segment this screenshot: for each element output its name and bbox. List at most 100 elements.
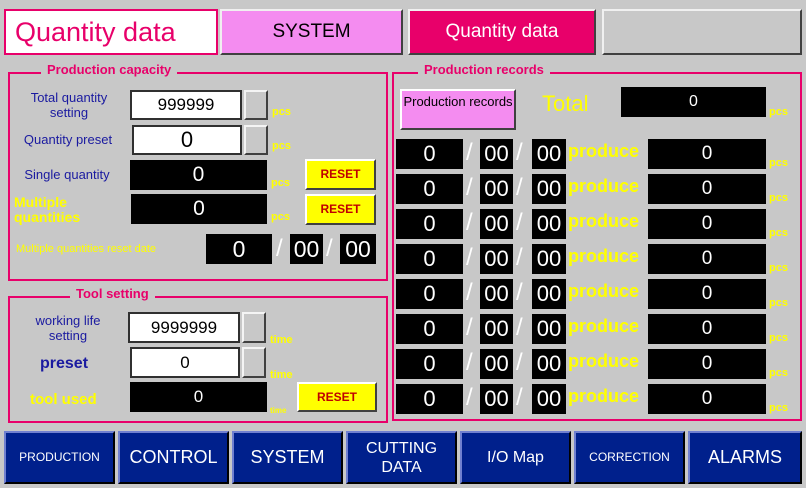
record-produce-label: produce bbox=[568, 141, 640, 161]
record-date-separator: / bbox=[466, 279, 473, 306]
record-date-separator: / bbox=[516, 139, 523, 166]
multiple-quantities-unit: pcs bbox=[271, 211, 290, 223]
record-date-separator: / bbox=[516, 314, 523, 341]
record-quantity-display: 0 bbox=[648, 244, 766, 274]
record-quantity-unit: pcs bbox=[769, 402, 788, 414]
nav-alarms-button[interactable]: ALARMS bbox=[688, 431, 802, 484]
working-life-spin-button[interactable] bbox=[242, 312, 266, 343]
tool-setting-legend: Tool setting bbox=[70, 286, 155, 301]
total-quantity-setting-input[interactable]: 999999 bbox=[130, 90, 242, 120]
tool-used-display: 0 bbox=[130, 382, 267, 412]
total-quantity-spin-button[interactable] bbox=[244, 90, 268, 120]
quantity-data-tab-button[interactable]: Quantity data bbox=[408, 9, 596, 55]
record-date-field-1: 0 bbox=[396, 384, 463, 414]
record-date-field-2: 00 bbox=[480, 209, 513, 239]
record-date-separator: / bbox=[466, 209, 473, 236]
record-quantity-unit: pcs bbox=[769, 332, 788, 344]
record-quantity-display: 0 bbox=[648, 314, 766, 344]
record-date-field-3: 00 bbox=[532, 279, 566, 309]
record-date-separator: / bbox=[466, 244, 473, 271]
production-records-legend: Production records bbox=[418, 62, 550, 77]
record-date-field-3: 00 bbox=[532, 209, 566, 239]
records-total-display: 0 bbox=[621, 87, 766, 117]
record-quantity-unit: pcs bbox=[769, 192, 788, 204]
record-quantity-display: 0 bbox=[648, 209, 766, 239]
page-title: Quantity data bbox=[4, 9, 218, 55]
record-date-field-1: 0 bbox=[396, 209, 463, 239]
reset-date-separator: / bbox=[276, 235, 283, 262]
production-records-button[interactable]: Production records bbox=[400, 89, 516, 130]
working-life-unit: time bbox=[270, 334, 293, 346]
system-tab-button[interactable]: SYSTEM bbox=[220, 9, 403, 55]
quantity-preset-input[interactable]: 0 bbox=[132, 125, 242, 155]
tool-used-label: tool used bbox=[30, 391, 97, 408]
record-date-field-3: 00 bbox=[532, 139, 566, 169]
single-quantity-reset-button[interactable]: RESET bbox=[305, 159, 376, 190]
record-produce-label: produce bbox=[568, 211, 640, 231]
blank-header-button[interactable] bbox=[602, 9, 802, 55]
record-date-field-3: 00 bbox=[532, 174, 566, 204]
nav-system-button[interactable]: SYSTEM bbox=[232, 431, 343, 484]
record-date-separator: / bbox=[516, 209, 523, 236]
record-quantity-display: 0 bbox=[648, 139, 766, 169]
record-date-separator: / bbox=[466, 349, 473, 376]
multiple-quantities-display: 0 bbox=[131, 194, 267, 224]
nav-io-map-button[interactable]: I/O Map bbox=[460, 431, 571, 484]
record-quantity-unit: pcs bbox=[769, 297, 788, 309]
records-total-label: Total bbox=[542, 91, 589, 116]
total-quantity-unit: pcs bbox=[272, 106, 291, 118]
record-date-field-3: 00 bbox=[532, 314, 566, 344]
working-life-setting-label: working life setting bbox=[35, 313, 101, 343]
record-quantity-unit: pcs bbox=[769, 367, 788, 379]
nav-control-button[interactable]: CONTROL bbox=[118, 431, 229, 484]
record-date-separator: / bbox=[516, 349, 523, 376]
tool-used-reset-button[interactable]: RESET bbox=[297, 382, 377, 412]
record-produce-label: produce bbox=[568, 176, 640, 196]
record-quantity-unit: pcs bbox=[769, 262, 788, 274]
record-quantity-unit: pcs bbox=[769, 157, 788, 169]
record-date-field-2: 00 bbox=[480, 384, 513, 414]
record-produce-label: produce bbox=[568, 281, 640, 301]
record-date-separator: / bbox=[466, 139, 473, 166]
record-date-field-1: 0 bbox=[396, 244, 463, 274]
record-date-field-2: 00 bbox=[480, 244, 513, 274]
total-quantity-setting-label: Total quantity setting bbox=[30, 90, 108, 120]
quantity-preset-label: Quantity preset bbox=[23, 132, 113, 147]
record-produce-label: produce bbox=[568, 386, 640, 406]
record-quantity-display: 0 bbox=[648, 174, 766, 204]
record-date-separator: / bbox=[516, 384, 523, 411]
record-date-field-3: 00 bbox=[532, 384, 566, 414]
record-date-field-1: 0 bbox=[396, 314, 463, 344]
record-produce-label: produce bbox=[568, 246, 640, 266]
reset-date-field-1: 0 bbox=[206, 234, 272, 264]
record-date-field-3: 00 bbox=[532, 244, 566, 274]
tool-preset-input[interactable]: 0 bbox=[130, 347, 240, 378]
record-date-field-2: 00 bbox=[480, 174, 513, 204]
quantity-preset-spin-button[interactable] bbox=[244, 125, 268, 155]
nav-correction-button[interactable]: CORRECTION bbox=[574, 431, 685, 484]
record-date-field-1: 0 bbox=[396, 279, 463, 309]
record-date-separator: / bbox=[466, 384, 473, 411]
record-quantity-display: 0 bbox=[648, 349, 766, 379]
record-date-separator: / bbox=[466, 174, 473, 201]
record-produce-label: produce bbox=[568, 316, 640, 336]
record-date-separator: / bbox=[516, 174, 523, 201]
record-quantity-unit: pcs bbox=[769, 227, 788, 239]
reset-date-field-2: 00 bbox=[290, 234, 323, 264]
nav-cutting-data-button[interactable]: CUTTING DATA bbox=[346, 431, 457, 484]
production-capacity-legend: Production capacity bbox=[41, 62, 178, 77]
working-life-setting-input[interactable]: 9999999 bbox=[128, 312, 240, 343]
record-date-separator: / bbox=[466, 314, 473, 341]
record-date-field-2: 00 bbox=[480, 314, 513, 344]
multiple-quantities-reset-button[interactable]: RESET bbox=[305, 194, 376, 225]
nav-production-button[interactable]: PRODUCTION bbox=[4, 431, 115, 484]
record-date-field-2: 00 bbox=[480, 139, 513, 169]
multiple-quantities-label: Multiple quantities bbox=[14, 194, 81, 225]
record-quantity-display: 0 bbox=[648, 384, 766, 414]
record-date-separator: / bbox=[516, 279, 523, 306]
record-date-field-1: 0 bbox=[396, 174, 463, 204]
single-quantity-label: Single quantity bbox=[24, 167, 110, 182]
tool-preset-spin-button[interactable] bbox=[242, 347, 266, 378]
record-date-field-1: 0 bbox=[396, 349, 463, 379]
records-total-unit: pcs bbox=[769, 106, 788, 118]
